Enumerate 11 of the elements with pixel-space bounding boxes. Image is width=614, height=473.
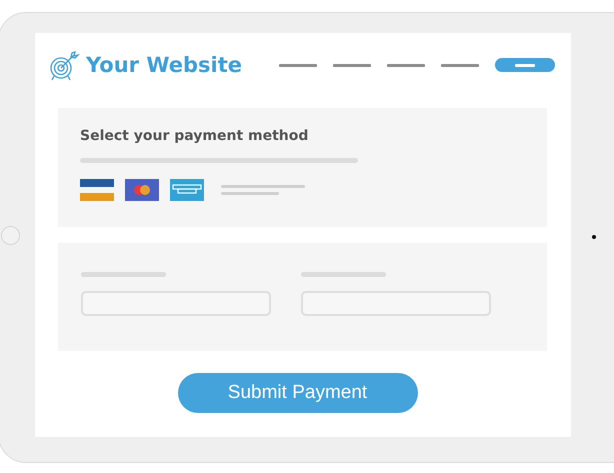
input-field[interactable] [301, 291, 491, 316]
site-title: Your Website [86, 53, 242, 77]
target-icon [48, 51, 80, 81]
section-heading: Select your payment method [80, 128, 310, 144]
submit-button[interactable]: Submit Payment [178, 373, 418, 413]
card-icon[interactable] [170, 179, 204, 201]
credit-card-icon[interactable] [125, 179, 159, 201]
camera-dot [592, 235, 596, 239]
input-field[interactable] [81, 291, 271, 316]
nav-pill-button[interactable] [495, 58, 555, 72]
bank-card-icon[interactable] [80, 179, 114, 201]
